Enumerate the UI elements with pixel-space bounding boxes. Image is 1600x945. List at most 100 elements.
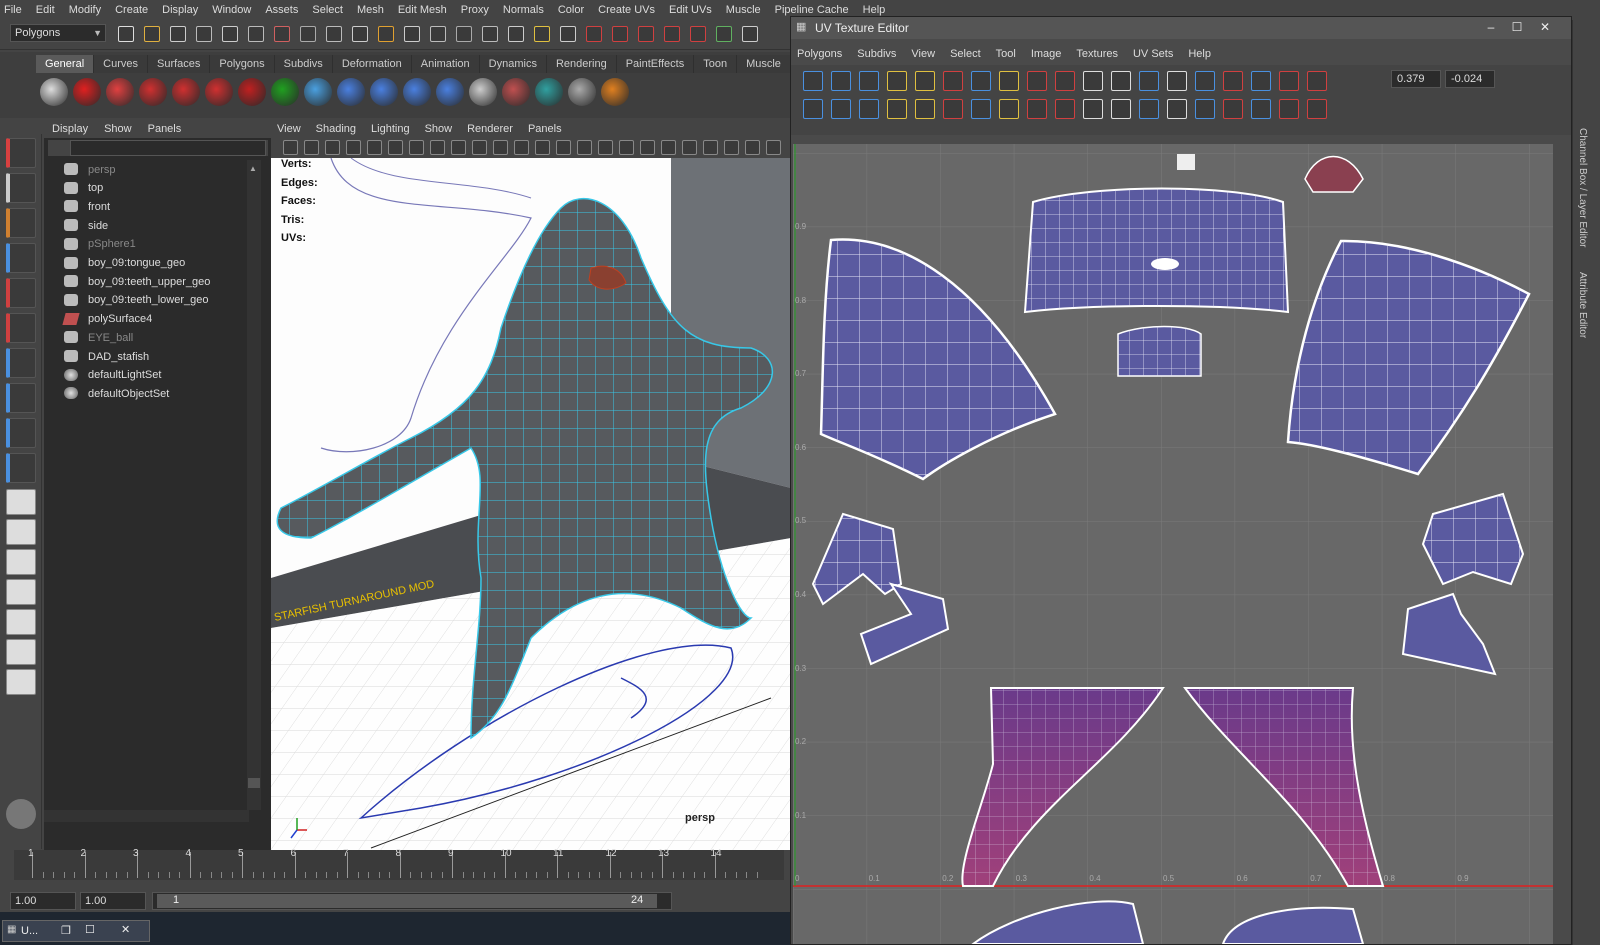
shelf-tool-icon[interactable] — [601, 78, 629, 106]
uv-tool-icon[interactable] — [1055, 71, 1075, 91]
layout-preset-icon[interactable] — [6, 579, 36, 605]
status-tool-icon[interactable] — [716, 26, 732, 42]
layout-preset-icon[interactable] — [6, 489, 36, 515]
minimized-window[interactable]: ▦ U... ❐ ☐ ✕ — [2, 920, 150, 942]
viewport-tool-icon[interactable] — [535, 140, 550, 155]
outliner-item[interactable]: top — [64, 179, 103, 198]
shelf-tab-surfaces[interactable]: Surfaces — [147, 55, 211, 73]
status-tool-icon[interactable] — [586, 26, 602, 42]
menu-create[interactable]: Create — [115, 4, 148, 16]
shelf-tool-icon[interactable] — [568, 78, 596, 106]
viewport-tool-icon[interactable] — [304, 140, 319, 155]
status-tool-icon[interactable] — [742, 26, 758, 42]
menu-file[interactable]: File — [4, 4, 22, 16]
outliner-search-input[interactable] — [70, 140, 266, 156]
outliner-item[interactable]: persp — [64, 160, 116, 179]
uv-tool-icon[interactable] — [831, 71, 851, 91]
viewport-tool-icon[interactable] — [682, 140, 697, 155]
shelf-tool-icon[interactable] — [535, 78, 563, 106]
time-slider[interactable]: 1 2 3 4 5 6 7 8 9 10 11 12 13 14 — [0, 848, 790, 890]
close-icon[interactable]: ✕ — [1535, 19, 1555, 35]
outliner-item[interactable]: defaultObjectSet — [64, 384, 169, 403]
uv-tool-icon[interactable] — [1279, 71, 1299, 91]
status-tool-icon[interactable] — [300, 26, 316, 42]
outliner-menu-display[interactable]: Display — [52, 123, 88, 135]
outliner-scrollbar[interactable]: ▲ — [247, 160, 261, 810]
uv-shell-mouth[interactable] — [1117, 325, 1202, 377]
shelf-tool-icon[interactable] — [337, 78, 365, 106]
outliner-item[interactable]: DAD_stafish — [64, 347, 149, 366]
outliner-menu-panels[interactable]: Panels — [148, 123, 182, 135]
scroll-thumb[interactable] — [248, 778, 260, 788]
uv-tool-icon[interactable] — [915, 99, 935, 119]
status-tool-icon[interactable] — [404, 26, 420, 42]
uv-tool-icon[interactable] — [1223, 71, 1243, 91]
uv-tool-icon[interactable] — [887, 99, 907, 119]
uv-tool-icon[interactable] — [943, 71, 963, 91]
outliner-item[interactable]: side — [64, 216, 108, 235]
menu-display[interactable]: Display — [162, 4, 198, 16]
uv-tool-icon[interactable] — [1307, 71, 1327, 91]
uv-tool-icon[interactable] — [1083, 71, 1103, 91]
layout-preset-icon[interactable] — [6, 669, 36, 695]
viewport-tool-icon[interactable] — [367, 140, 382, 155]
uv-tool-icon[interactable] — [831, 99, 851, 119]
outliner-hscrollbar[interactable] — [44, 810, 249, 822]
playback-start-field[interactable]: 1.00 — [80, 892, 146, 910]
menu-color[interactable]: Color — [558, 4, 584, 16]
outliner-item[interactable]: pSphere1 — [64, 235, 136, 254]
status-tool-icon[interactable] — [196, 26, 212, 42]
viewport-tool-icon[interactable] — [703, 140, 718, 155]
status-tool-icon[interactable] — [560, 26, 576, 42]
viewport-menu-show[interactable]: Show — [425, 123, 453, 135]
shelf-tool-icon[interactable] — [40, 78, 68, 106]
last-tool-icon[interactable] — [6, 453, 36, 483]
status-tool-icon[interactable] — [352, 26, 368, 42]
move-tool-icon[interactable] — [6, 243, 36, 273]
maximize-icon[interactable]: ☐ — [1507, 19, 1527, 35]
outliner-item[interactable]: boy_09:teeth_upper_geo — [64, 272, 210, 291]
uv-tool-icon[interactable] — [943, 99, 963, 119]
status-tool-icon[interactable] — [534, 26, 550, 42]
uv-menu-subdivs[interactable]: Subdivs — [857, 48, 896, 60]
uv-tool-icon[interactable] — [1223, 99, 1243, 119]
uv-menu-select[interactable]: Select — [950, 48, 981, 60]
menu-proxy[interactable]: Proxy — [461, 4, 489, 16]
menu-edit[interactable]: Edit — [36, 4, 55, 16]
shelf-tab-painteffects[interactable]: PaintEffects — [616, 55, 695, 73]
viewport-tool-icon[interactable] — [283, 140, 298, 155]
uv-menu-uv-sets[interactable]: UV Sets — [1133, 48, 1173, 60]
shelf-tool-icon[interactable] — [469, 78, 497, 106]
outliner-item[interactable]: boy_09:teeth_lower_geo — [64, 291, 208, 310]
v-coordinate-field[interactable]: -0.024 — [1445, 70, 1495, 88]
uv-tool-icon[interactable] — [1279, 99, 1299, 119]
restore-icon[interactable]: ❐ — [61, 924, 71, 937]
uv-tool-icon[interactable] — [1111, 99, 1131, 119]
uv-tool-icon[interactable] — [1307, 99, 1327, 119]
attribute-editor-tab[interactable]: Attribute Editor — [1577, 272, 1588, 338]
viewport-menu-panels[interactable]: Panels — [528, 123, 562, 135]
status-tool-icon[interactable] — [482, 26, 498, 42]
u-coordinate-field[interactable]: 0.379 — [1391, 70, 1441, 88]
uv-menu-polygons[interactable]: Polygons — [797, 48, 842, 60]
shelf-tool-icon[interactable] — [139, 78, 167, 106]
uv-tool-icon[interactable] — [1027, 71, 1047, 91]
viewport-tool-icon[interactable] — [577, 140, 592, 155]
uv-menu-view[interactable]: View — [911, 48, 935, 60]
close-icon[interactable]: ✕ — [121, 923, 130, 936]
uv-tool-icon[interactable] — [1055, 99, 1075, 119]
show-manip-icon[interactable] — [6, 418, 36, 448]
uv-shell-head[interactable] — [1023, 187, 1290, 314]
outliner-item[interactable]: polySurface4 — [62, 310, 152, 329]
viewport-tool-icon[interactable] — [766, 140, 781, 155]
soft-mod-icon[interactable] — [6, 383, 36, 413]
uv-tool-icon[interactable] — [1251, 99, 1271, 119]
outliner-filter[interactable] — [48, 140, 268, 156]
menu-edit-uvs[interactable]: Edit UVs — [669, 4, 712, 16]
hypershade-icon[interactable] — [6, 799, 36, 829]
uv-menu-tool[interactable]: Tool — [996, 48, 1016, 60]
uv-tool-icon[interactable] — [859, 71, 879, 91]
viewport-tool-icon[interactable] — [493, 140, 508, 155]
viewport-tool-icon[interactable] — [619, 140, 634, 155]
status-tool-icon[interactable] — [144, 26, 160, 42]
